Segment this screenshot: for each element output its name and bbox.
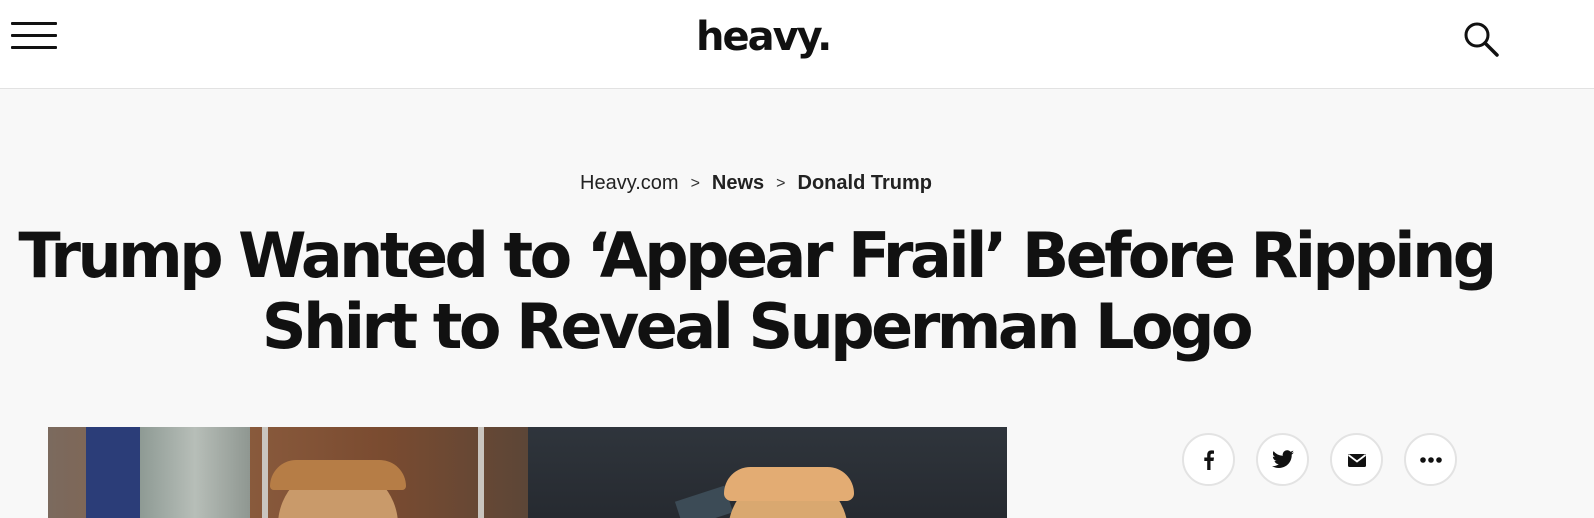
pillar-graphic — [478, 427, 484, 518]
person-hair-graphic — [724, 467, 854, 501]
breadcrumb: Heavy.com > News > Donald Trump — [0, 170, 1512, 198]
hero-image — [48, 427, 1007, 518]
more-share-button[interactable] — [1404, 433, 1457, 486]
site-header: heavy. — [0, 0, 1594, 89]
headline-line-1: Trump Wanted to ‘Appear Frail’ Before Ri… — [18, 219, 1497, 292]
twitter-share-button[interactable] — [1256, 433, 1309, 486]
chevron-right-icon: > — [776, 175, 786, 192]
twitter-icon — [1271, 449, 1294, 468]
hero-image-right — [528, 427, 1007, 518]
facebook-icon — [1203, 449, 1214, 470]
search-icon[interactable] — [1462, 20, 1502, 58]
email-share-button[interactable] — [1330, 433, 1383, 486]
curtain-graphic — [140, 427, 250, 518]
site-logo[interactable]: heavy. — [696, 12, 832, 62]
facebook-share-button[interactable] — [1182, 433, 1235, 486]
breadcrumb-news[interactable]: News — [712, 172, 764, 194]
hero-image-left — [48, 427, 528, 518]
headline-line-2: Shirt to Reveal Superman Logo — [261, 290, 1254, 363]
more-icon — [1419, 456, 1442, 463]
breadcrumb-donald-trump[interactable]: Donald Trump — [798, 172, 932, 194]
chevron-right-icon: > — [690, 175, 700, 192]
person-hair-graphic — [270, 460, 406, 490]
flag-graphic — [86, 427, 140, 518]
article-headline: Trump Wanted to ‘Appear Frail’ Before Ri… — [0, 220, 1512, 362]
hamburger-menu-icon[interactable] — [11, 22, 57, 50]
breadcrumb-home[interactable]: Heavy.com — [580, 172, 679, 194]
email-icon — [1347, 453, 1366, 467]
pillar-graphic — [262, 427, 268, 518]
